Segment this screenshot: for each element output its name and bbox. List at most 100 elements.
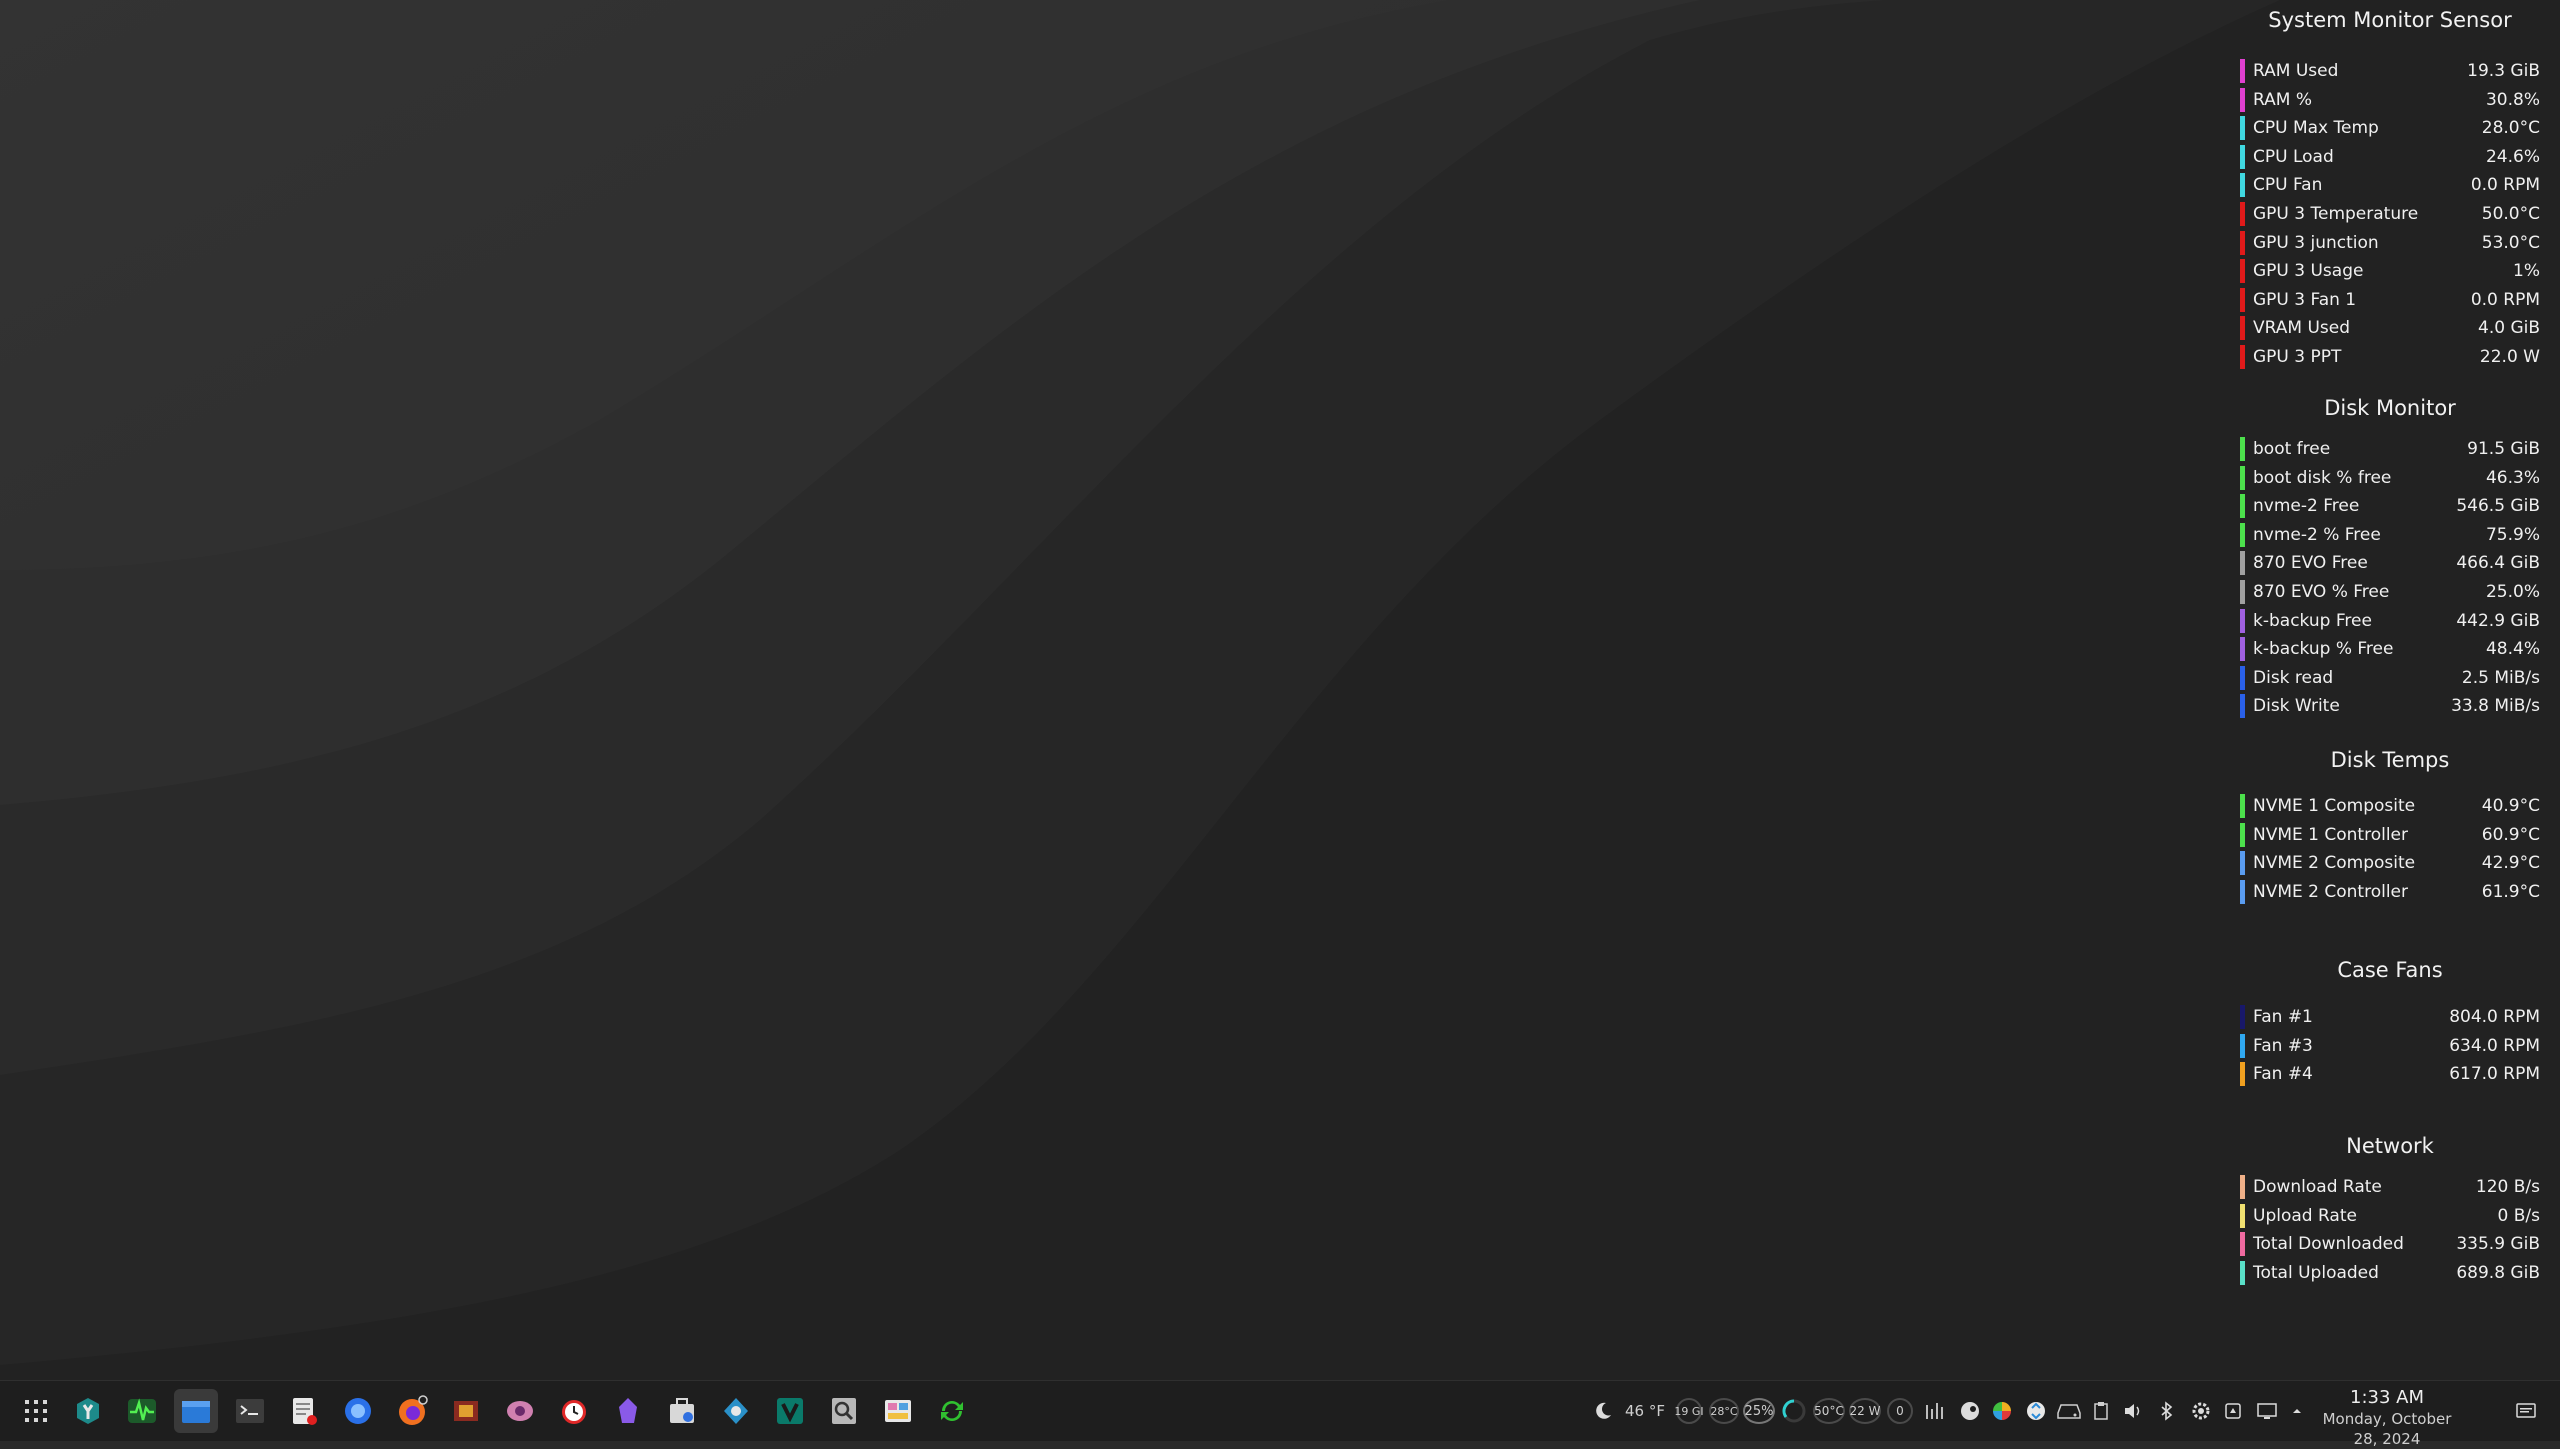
sensor-label: 870 EVO % Free xyxy=(2253,582,2390,602)
eye-app-launcher[interactable] xyxy=(498,1389,542,1433)
sensor-row: GPU 3 Fan 1 0.0 RPM xyxy=(2240,287,2540,313)
clipboard-tray[interactable] xyxy=(2088,1395,2114,1427)
package-manager-launcher[interactable] xyxy=(660,1389,704,1433)
vertical-app-icon xyxy=(777,1398,803,1424)
disk-utility-icon xyxy=(724,1398,748,1424)
disk-utility-launcher[interactable] xyxy=(714,1389,758,1433)
night-mode-toggle[interactable] xyxy=(1590,1395,1616,1427)
sensor-label: CPU Fan xyxy=(2253,175,2323,196)
sensor-row: GPU 3 junction 53.0°C xyxy=(2240,230,2540,256)
sensor-color-swatch xyxy=(2240,173,2245,198)
sensor-value: 91.5 GiB xyxy=(2467,439,2540,459)
clipboard-icon xyxy=(2094,1402,2108,1420)
sensor-value: 2.5 MiB/s xyxy=(2461,667,2540,688)
sensor-color-swatch xyxy=(2240,1232,2245,1257)
sensor-label: CPU Max Temp xyxy=(2253,118,2379,139)
gpu-power-gauge[interactable]: 22 W xyxy=(1848,1395,1882,1427)
updates-tray[interactable] xyxy=(2220,1395,2246,1427)
browser-icon xyxy=(345,1398,371,1424)
sensor-value: 804.0 RPM xyxy=(2449,1007,2540,1027)
sensor-color-swatch xyxy=(2240,580,2245,604)
settings-tray[interactable] xyxy=(2188,1395,2214,1427)
search-tool-launcher[interactable] xyxy=(822,1389,866,1433)
display-tray[interactable] xyxy=(2254,1395,2280,1427)
sensor-label: RAM % xyxy=(2253,89,2312,110)
sensor-color-swatch xyxy=(2240,230,2245,255)
hard-drive-icon xyxy=(2057,1404,2081,1419)
sensor-label: GPU 3 PPT xyxy=(2253,347,2342,367)
kde-settings-launcher[interactable] xyxy=(66,1389,110,1433)
audio-mixer-tray[interactable] xyxy=(1922,1395,1950,1427)
sensor-color-swatch xyxy=(2240,437,2245,461)
firefox-launcher[interactable] xyxy=(390,1389,434,1433)
notifications-button[interactable] xyxy=(2510,1395,2542,1427)
sensor-row: k-backup Free 442.9 GiB xyxy=(2240,608,2540,634)
sync-launcher[interactable] xyxy=(930,1389,974,1433)
sensor-label: boot free xyxy=(2253,439,2331,459)
tray-expander[interactable] xyxy=(2286,1395,2308,1427)
sensor-label: RAM Used xyxy=(2253,61,2339,81)
sensor-value: 53.0°C xyxy=(2481,232,2540,253)
speaker-icon xyxy=(2125,1404,2140,1418)
widget-title: Case Fans xyxy=(2337,958,2443,982)
gpu-power-label: 22 W xyxy=(1849,1398,1881,1424)
sensor-label: Upload Rate xyxy=(2253,1205,2357,1226)
sensor-color-swatch xyxy=(2240,144,2245,169)
activity-ring[interactable] xyxy=(1780,1395,1808,1427)
gpu-temp-gauge[interactable]: 50°C xyxy=(1812,1395,1846,1427)
sensor-color-swatch xyxy=(2240,259,2245,284)
cpu-temp-gauge[interactable]: 28°C xyxy=(1708,1395,1740,1427)
volume-tray[interactable] xyxy=(2120,1395,2146,1427)
drive-tray[interactable] xyxy=(2054,1395,2084,1427)
sensor-value: 48.4% xyxy=(2485,639,2540,660)
sensor-color-swatch xyxy=(2240,637,2245,662)
recycle-icon xyxy=(2027,1402,2045,1420)
system-monitor-launcher[interactable] xyxy=(120,1389,164,1433)
steam-tray[interactable] xyxy=(1956,1395,1984,1427)
sensor-value: 335.9 GiB xyxy=(2456,1234,2540,1255)
weather-temp[interactable]: 46 °F xyxy=(1622,1395,1668,1427)
sensor-value: 4.0 GiB xyxy=(2478,318,2540,339)
sensor-value: 25.0% xyxy=(2485,582,2540,602)
sensor-label: Disk read xyxy=(2253,667,2334,688)
sensor-color-swatch xyxy=(2240,345,2245,369)
sync-icon xyxy=(941,1401,963,1421)
sensor-label: GPU 3 Usage xyxy=(2253,261,2364,282)
sensor-row: CPU Max Temp 28.0°C xyxy=(2240,115,2540,141)
terminal-launcher[interactable] xyxy=(228,1389,272,1433)
chevron-up-icon xyxy=(2293,1409,2301,1413)
monitor-icon xyxy=(2257,1403,2277,1419)
firefox-icon xyxy=(399,1395,428,1425)
counter-gauge[interactable]: 0 xyxy=(1886,1395,1914,1427)
sensor-color-swatch xyxy=(2240,1033,2245,1058)
widget-system-monitor-sensor: System Monitor Sensor RAM Used 19.3 GiB RA… xyxy=(2230,6,2550,369)
recycle-tray[interactable] xyxy=(2022,1395,2050,1427)
sensor-value: 46.3% xyxy=(2485,467,2540,488)
sensor-color-swatch xyxy=(2240,1260,2245,1285)
sensor-label: nvme-2 % Free xyxy=(2253,524,2381,545)
app-launcher-button[interactable] xyxy=(14,1389,58,1433)
widget-case-fans: Case Fans Fan #1 804.0 RPM Fan #3 634.0 RPM… xyxy=(2230,956,2550,1087)
widget-network: Network Download Rate 120 B/s Upload Rate 0… xyxy=(2230,1132,2550,1285)
sensor-row: CPU Fan 0.0 RPM xyxy=(2240,172,2540,198)
ram-ring-gauge[interactable]: 19 GI xyxy=(1674,1395,1704,1427)
vertical-app-launcher[interactable] xyxy=(768,1389,812,1433)
terminal-icon xyxy=(236,1399,264,1423)
sensor-row: GPU 3 Temperature 50.0°C xyxy=(2240,201,2540,227)
color-app-tray[interactable] xyxy=(1988,1395,2016,1427)
cpu-load-gauge[interactable]: 25% xyxy=(1742,1395,1776,1427)
sensor-value: 30.8% xyxy=(2485,89,2540,110)
widget-title: Network xyxy=(2346,1134,2434,1158)
image-viewer-launcher[interactable] xyxy=(876,1389,920,1433)
text-editor-launcher[interactable] xyxy=(282,1389,326,1433)
widget-title: System Monitor Sensor xyxy=(2268,8,2512,32)
file-manager-launcher[interactable] xyxy=(174,1389,218,1433)
sensor-value: 120 B/s xyxy=(2475,1177,2540,1197)
package-icon xyxy=(2225,1403,2241,1419)
sensor-color-swatch xyxy=(2240,1175,2245,1199)
obsidian-launcher[interactable] xyxy=(606,1389,650,1433)
alarm-clock-launcher[interactable] xyxy=(552,1389,596,1433)
bluetooth-tray[interactable] xyxy=(2154,1395,2180,1427)
browser-launcher[interactable] xyxy=(336,1389,380,1433)
cpu-tool-launcher[interactable] xyxy=(444,1389,488,1433)
